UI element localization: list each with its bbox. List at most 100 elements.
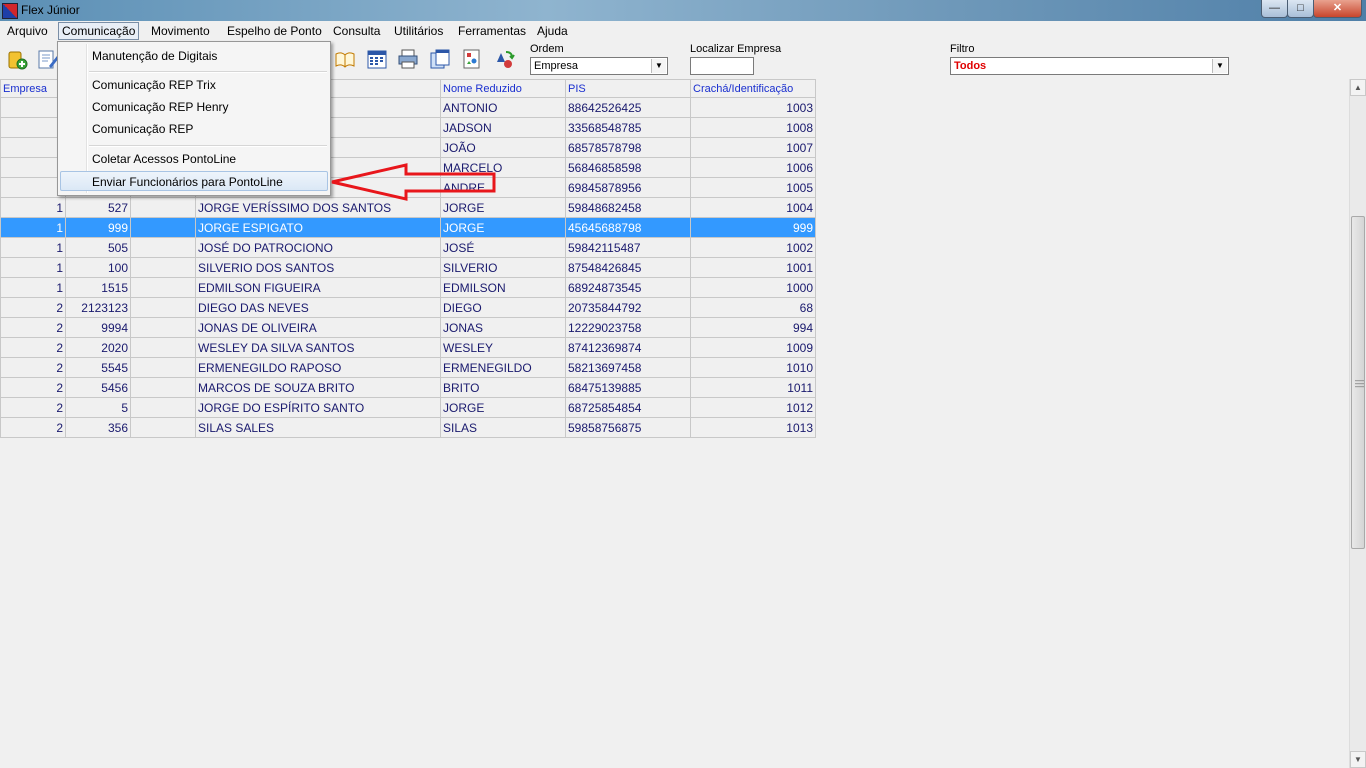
- cell-empresa[interactable]: 2: [0, 297, 66, 318]
- cell-pis[interactable]: 68475139885: [565, 377, 691, 398]
- menu-item-manutencao-digitais[interactable]: Manutenção de Digitais: [60, 46, 328, 66]
- calendar-icon[interactable]: [366, 48, 388, 70]
- window-icon[interactable]: [429, 48, 451, 70]
- cell-pis[interactable]: 88642526425: [565, 97, 691, 118]
- cell-cracha[interactable]: 1007: [690, 137, 816, 158]
- localizar-input[interactable]: [690, 57, 754, 75]
- cell-codigo[interactable]: 100: [65, 257, 131, 278]
- cell-empresa[interactable]: [0, 177, 66, 198]
- table-row[interactable]: 1 999 JORGE ESPIGATO JORGE 45645688798 999: [0, 217, 816, 238]
- cell-pis[interactable]: 45645688798: [565, 217, 691, 238]
- cell-cracha[interactable]: 1000: [690, 277, 816, 298]
- cell-col-3[interactable]: [130, 217, 196, 238]
- table-row[interactable]: 1 505 JOSÉ DO PATROCIONO JOSÉ 59842115487 100…: [0, 237, 816, 258]
- menu-ferramentas[interactable]: Ferramentas: [455, 23, 529, 39]
- cell-nome-reduzido[interactable]: JORGE: [440, 197, 566, 218]
- book-icon[interactable]: [334, 48, 356, 70]
- cell-nome-reduzido[interactable]: SILVERIO: [440, 257, 566, 278]
- menu-item-rep-trix[interactable]: Comunicação REP Trix: [60, 75, 328, 95]
- cell-col-3[interactable]: [130, 237, 196, 258]
- document-shapes-icon[interactable]: [461, 48, 483, 70]
- cell-nome-reduzido[interactable]: WESLEY: [440, 337, 566, 358]
- cell-cracha[interactable]: 1012: [690, 397, 816, 418]
- cell-nome-reduzido[interactable]: DIEGO: [440, 297, 566, 318]
- cell-pis[interactable]: 59842115487: [565, 237, 691, 258]
- cell-cracha[interactable]: 1003: [690, 97, 816, 118]
- menu-item-rep[interactable]: Comunicação REP: [60, 119, 328, 139]
- scroll-thumb[interactable]: — — —: [1351, 216, 1365, 549]
- cell-pis[interactable]: 87548426845: [565, 257, 691, 278]
- cell-cracha[interactable]: 1008: [690, 117, 816, 138]
- menu-arquivo[interactable]: Arquivo: [4, 23, 51, 39]
- cell-col-3[interactable]: [130, 317, 196, 338]
- menu-consulta[interactable]: Consulta: [330, 23, 383, 39]
- cell-nome-reduzido[interactable]: JORGE: [440, 397, 566, 418]
- cell-nome-reduzido[interactable]: JADSON: [440, 117, 566, 138]
- cell-nome-reduzido[interactable]: SILAS: [440, 417, 566, 438]
- cell-codigo[interactable]: 5: [65, 397, 131, 418]
- cell-nome-reduzido[interactable]: BRITO: [440, 377, 566, 398]
- cell-nome[interactable]: SILAS SALES: [195, 417, 441, 438]
- cell-nome[interactable]: EDMILSON FIGUEIRA: [195, 277, 441, 298]
- cell-pis[interactable]: 59858756875: [565, 417, 691, 438]
- header-pis[interactable]: PIS: [565, 79, 691, 98]
- maximize-button[interactable]: □: [1287, 0, 1314, 18]
- cell-codigo[interactable]: 9994: [65, 317, 131, 338]
- table-row[interactable]: 2 2123123 DIEGO DAS NEVES DIEGO 20735844792 6…: [0, 297, 816, 318]
- scroll-up-icon[interactable]: ▲: [1350, 79, 1366, 96]
- menu-espelho-de-ponto[interactable]: Espelho de Ponto: [224, 23, 325, 39]
- edit-record-icon[interactable]: [37, 48, 59, 70]
- cell-empresa[interactable]: [0, 137, 66, 158]
- cell-col-3[interactable]: [130, 417, 196, 438]
- cell-cracha[interactable]: 999: [690, 217, 816, 238]
- cell-codigo[interactable]: 356: [65, 417, 131, 438]
- cell-codigo[interactable]: 2123123: [65, 297, 131, 318]
- cell-empresa[interactable]: 1: [0, 197, 66, 218]
- cell-cracha[interactable]: 1013: [690, 417, 816, 438]
- cell-cracha[interactable]: 1005: [690, 177, 816, 198]
- cell-codigo[interactable]: 505: [65, 237, 131, 258]
- cell-nome[interactable]: SILVERIO DOS SANTOS: [195, 257, 441, 278]
- cell-pis[interactable]: 59848682458: [565, 197, 691, 218]
- cell-col-3[interactable]: [130, 297, 196, 318]
- cell-empresa[interactable]: 2: [0, 317, 66, 338]
- cell-empresa[interactable]: 1: [0, 257, 66, 278]
- menu-movimento[interactable]: Movimento: [148, 23, 213, 39]
- menu-item-enviar-funcionarios[interactable]: Enviar Funcionários para PontoLine: [60, 171, 328, 191]
- table-row[interactable]: 2 9994 JONAS DE OLIVEIRA JONAS 12229023758 99…: [0, 317, 816, 338]
- cell-nome[interactable]: JORGE ESPIGATO: [195, 217, 441, 238]
- cell-codigo[interactable]: 5456: [65, 377, 131, 398]
- transfer-icon[interactable]: [493, 48, 515, 70]
- cell-nome-reduzido[interactable]: ERMENEGILDO: [440, 357, 566, 378]
- printer-icon[interactable]: [397, 48, 419, 70]
- scroll-down-icon[interactable]: ▼: [1350, 751, 1366, 768]
- menu-item-rep-henry[interactable]: Comunicação REP Henry: [60, 97, 328, 117]
- cell-cracha[interactable]: 1010: [690, 357, 816, 378]
- cell-empresa[interactable]: 1: [0, 237, 66, 258]
- cell-col-3[interactable]: [130, 397, 196, 418]
- cell-nome[interactable]: JONAS DE OLIVEIRA: [195, 317, 441, 338]
- cell-nome-reduzido[interactable]: JORGE: [440, 217, 566, 238]
- menu-utilitarios[interactable]: Utilitários: [391, 23, 446, 39]
- cell-codigo[interactable]: 5545: [65, 357, 131, 378]
- cell-nome-reduzido[interactable]: ANTONIO: [440, 97, 566, 118]
- cell-pis[interactable]: 87412369874: [565, 337, 691, 358]
- cell-nome-reduzido[interactable]: JOÃO: [440, 137, 566, 158]
- cell-codigo[interactable]: 2020: [65, 337, 131, 358]
- cell-cracha[interactable]: 1011: [690, 377, 816, 398]
- cell-cracha[interactable]: 1004: [690, 197, 816, 218]
- cell-col-3[interactable]: [130, 337, 196, 358]
- cell-empresa[interactable]: 2: [0, 357, 66, 378]
- table-row[interactable]: 1 1515 EDMILSON FIGUEIRA EDMILSON 6892487354…: [0, 277, 816, 298]
- cell-empresa[interactable]: 2: [0, 377, 66, 398]
- vertical-scrollbar[interactable]: ▲ — — — ▼: [1349, 79, 1366, 768]
- table-row[interactable]: 2 356 SILAS SALES SILAS 59858756875 1013: [0, 417, 816, 438]
- cell-empresa[interactable]: [0, 97, 66, 118]
- cell-codigo[interactable]: 527: [65, 197, 131, 218]
- cell-pis[interactable]: 68924873545: [565, 277, 691, 298]
- cell-cracha[interactable]: 1006: [690, 157, 816, 178]
- cell-col-3[interactable]: [130, 357, 196, 378]
- cell-codigo[interactable]: 1515: [65, 277, 131, 298]
- table-row[interactable]: 1 100 SILVERIO DOS SANTOS SILVERIO 875484268…: [0, 257, 816, 278]
- cell-empresa[interactable]: 1: [0, 217, 66, 238]
